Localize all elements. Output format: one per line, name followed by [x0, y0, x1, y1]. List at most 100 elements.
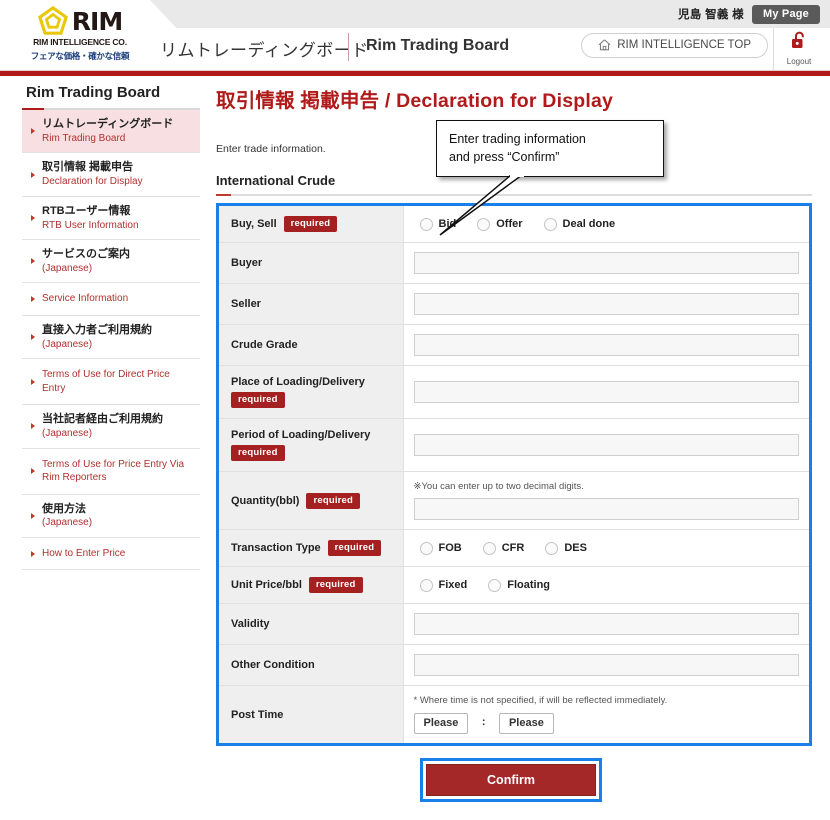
quantity-input[interactable] — [413, 498, 799, 520]
callout-line-1: Enter trading information — [449, 132, 586, 146]
validity-input[interactable] — [413, 613, 799, 635]
form-row-seller: Seller — [219, 283, 809, 325]
instruction-callout: Enter trading information and press “Con… — [436, 120, 664, 177]
other-condition-input[interactable] — [413, 654, 799, 676]
confirm-button[interactable]: Confirm — [426, 764, 596, 796]
logo-company-name: RIM INTELLIGENCE CO. — [33, 37, 127, 47]
post-time-minute-select[interactable]: Please — [498, 713, 554, 734]
brand-title-jp: リムトレーディングボード — [160, 41, 369, 60]
period-of-loading-input[interactable] — [413, 434, 799, 456]
label-text: Validity — [231, 618, 270, 630]
label-text: Buy, Sell — [231, 217, 277, 230]
topbar-diagonal-shape — [150, 0, 270, 28]
sidebar-item-terms-of-use-direct-price-entry[interactable]: Terms of Use for Direct Price Entry — [22, 359, 200, 406]
required-badge: required — [283, 216, 338, 232]
form-label-quantity: Quantity(bbl) required — [219, 471, 404, 530]
radio-label: CFR — [501, 542, 525, 554]
sidebar-item-label-en: (Japanese) — [42, 517, 93, 529]
radio-icon — [419, 578, 433, 592]
radio-label: Fixed — [438, 579, 468, 591]
label-text: Buyer — [231, 257, 263, 269]
form-row-transaction-type: Transaction Type required FOB CFR DES — [219, 529, 809, 567]
required-badge: required — [231, 445, 285, 461]
sidebar-item-label-en: Declaration for Display — [42, 176, 143, 188]
radio-option-des[interactable]: DES — [545, 541, 587, 555]
sidebar-item-reporter-terms-jp[interactable]: 当社記者経由ご利用規約 (Japanese) — [22, 405, 200, 449]
radio-icon — [419, 541, 433, 555]
seller-input[interactable] — [413, 293, 799, 315]
radio-option-fixed[interactable]: Fixed — [419, 578, 468, 592]
radio-option-fob[interactable]: FOB — [419, 541, 462, 555]
radio-option-deal-done[interactable]: Deal done — [543, 217, 615, 231]
sidebar-item-label-en: RTB User Information — [42, 219, 139, 231]
form-row-crude-grade: Crude Grade — [219, 324, 809, 366]
place-of-loading-input[interactable] — [413, 381, 799, 403]
form-row-quantity: Quantity(bbl) required ※You can enter up … — [219, 471, 809, 530]
form-label-buyer: Buyer — [219, 242, 404, 284]
sidebar-item-terms-of-use-rim-reporters[interactable]: Terms of Use for Price Entry Via Rim Rep… — [22, 449, 200, 495]
sidebar-item-rtb-user-information[interactable]: RTBユーザー情報 RTB User Information — [22, 197, 200, 241]
post-time-hour-select[interactable]: Please — [413, 713, 469, 734]
page-title: 取引情報 掲載申告 / Declaration for Display — [216, 90, 614, 112]
rim-intelligence-top-button[interactable]: RIM INTELLIGENCE TOP — [581, 33, 768, 58]
radio-option-floating[interactable]: Floating — [488, 578, 550, 592]
required-badge: required — [306, 492, 361, 509]
sidebar-item-label-jp: 直接入力者ご利用規約 — [42, 323, 152, 336]
sidebar-item-label-en: (Japanese) — [42, 338, 93, 350]
sidebar-item-service-information[interactable]: Service Information — [22, 283, 200, 316]
sidebar-item-label-jp: サービスのご案内 — [42, 248, 130, 261]
site-header: 児島 智義 様 My Page RIM RIM INTELLIGENCE CO.… — [0, 0, 830, 76]
form-label-crude-grade: Crude Grade — [219, 324, 404, 366]
label-text: Other Condition — [231, 659, 315, 671]
sidebar-item-label-jp: 取引情報 掲載申告 — [42, 161, 134, 174]
logo-wordmark: RIM — [71, 6, 123, 36]
label-text: Place of Loading/Delivery — [231, 376, 365, 388]
callout-line-2: and press “Confirm” — [449, 150, 560, 165]
form-row-buyer: Buyer — [219, 242, 809, 284]
radio-icon — [419, 217, 433, 231]
sidebar-title: Rim Trading Board — [26, 84, 161, 101]
form-label-seller: Seller — [219, 283, 404, 325]
radio-icon — [545, 541, 559, 555]
my-page-button[interactable]: My Page — [751, 4, 820, 24]
header-main: RIM RIM INTELLIGENCE CO. フェアな価格・確かな信頼 リム… — [0, 5, 830, 70]
logo-tagline: フェアな価格・確かな信頼 — [30, 51, 130, 61]
sidebar-item-how-to-enter-price[interactable]: How to Enter Price — [22, 538, 200, 571]
form-label-validity: Validity — [219, 603, 404, 645]
sidebar-item-direct-price-entry-terms-jp[interactable]: 直接入力者ご利用規約 (Japanese) — [22, 316, 200, 360]
sidebar-item-label-en: (Japanese) — [42, 428, 93, 440]
label-text: Seller — [231, 298, 261, 310]
sidebar-item-label-jp: リムトレーディングボード — [42, 118, 174, 130]
label-text: Period of Loading/Delivery — [231, 429, 371, 441]
form-row-place-of-loading: Place of Loading/Delivery required — [219, 365, 809, 419]
radio-icon — [488, 578, 502, 592]
radio-group-unit-price: Fixed Floating — [414, 577, 800, 594]
buyer-input[interactable] — [413, 252, 799, 274]
radio-group-transaction-type: FOB CFR DES — [414, 540, 800, 557]
user-name: 児島 智義 様 — [677, 9, 744, 21]
brand-title-en: Rim Trading Board — [366, 37, 510, 54]
sidebar-item-how-to-use-jp[interactable]: 使用方法 (Japanese) — [22, 495, 200, 538]
radio-option-cfr[interactable]: CFR — [482, 541, 525, 555]
post-time-separator: : — [481, 715, 486, 728]
label-text: Transaction Type — [231, 541, 321, 554]
crude-grade-input[interactable] — [413, 334, 799, 356]
label-text: Unit Price/bbl — [231, 578, 302, 591]
logout-button[interactable]: Logout — [776, 30, 822, 69]
sidebar: Rim Trading Board リムトレーディングボード Rim Tradi… — [22, 84, 200, 571]
rim-logo[interactable]: RIM RIM INTELLIGENCE CO. フェアな価格・確かな信頼 — [10, 5, 150, 62]
home-icon — [598, 39, 611, 51]
header-divider — [773, 28, 774, 70]
sidebar-item-rim-trading-board[interactable]: リムトレーディングボード Rim Trading Board — [22, 110, 200, 154]
rim-pentagon-logo-icon — [37, 5, 68, 36]
sidebar-item-service-information-jp[interactable]: サービスのご案内 (Japanese) — [22, 240, 200, 284]
sidebar-item-declaration-for-display[interactable]: 取引情報 掲載申告 Declaration for Display — [22, 153, 200, 197]
form-label-unit-price: Unit Price/bbl required — [219, 566, 404, 604]
label-text: Crude Grade — [231, 339, 298, 351]
radio-label: FOB — [438, 542, 462, 554]
sidebar-item-label-en: Rim Trading Board — [42, 132, 126, 144]
logout-label: Logout — [786, 57, 812, 66]
radio-icon — [482, 541, 496, 555]
form-table: Buy, Sell required Bid Offer Deal done B… — [219, 206, 809, 743]
rim-intelligence-top-label: RIM INTELLIGENCE TOP — [617, 39, 751, 51]
